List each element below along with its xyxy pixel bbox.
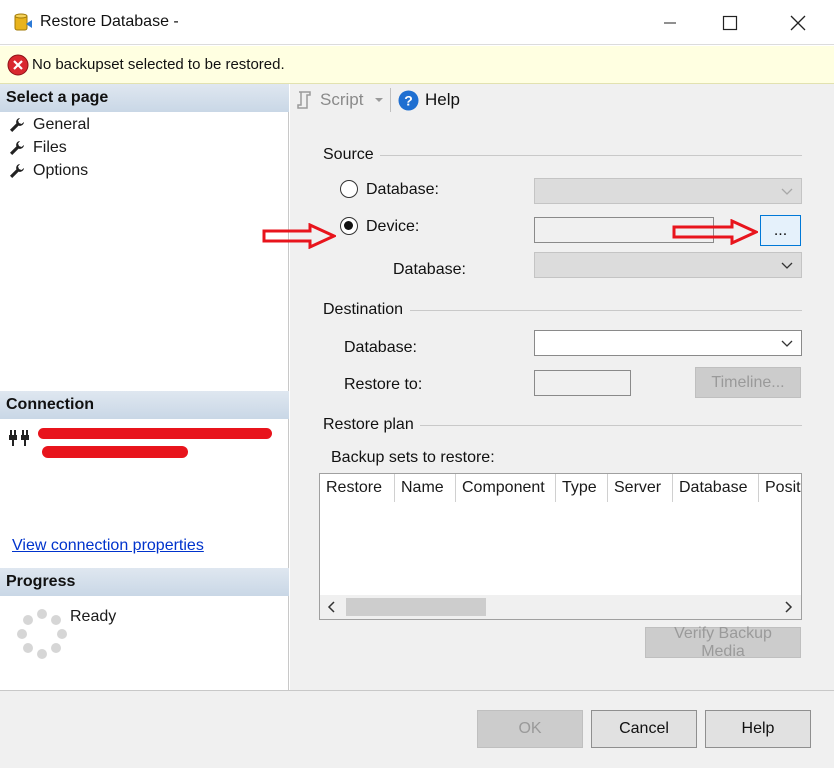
cancel-button[interactable]: Cancel — [591, 710, 697, 748]
script-label: Script — [320, 90, 364, 109]
database-radio-label: Database: — [366, 181, 439, 198]
chevron-down-icon — [781, 340, 793, 347]
source-group-title: Source — [323, 146, 374, 163]
wrench-icon — [10, 164, 24, 178]
column-header[interactable]: Posit — [759, 474, 801, 502]
scrollbar-thumb[interactable] — [346, 598, 486, 616]
redaction-mark — [42, 446, 188, 458]
progress-status: Ready — [70, 608, 117, 625]
window-title: Restore Database - — [40, 13, 179, 30]
page-item-label: General — [33, 116, 90, 133]
column-header[interactable]: Restore — [320, 474, 395, 502]
svg-text:?: ? — [404, 92, 413, 108]
group-divider — [420, 425, 802, 426]
destination-group-title: Destination — [323, 301, 404, 318]
group-divider — [410, 310, 802, 311]
title-bar[interactable]: Restore Database - — [0, 0, 834, 45]
table-header: Restore Name Component Type Server Datab… — [320, 474, 801, 502]
database-restore-icon — [12, 11, 34, 33]
error-icon — [7, 54, 29, 76]
restore-to-label: Restore to: — [344, 376, 423, 393]
error-message: No backupset selected to be restored. — [32, 56, 285, 73]
minimize-button[interactable] — [640, 0, 700, 45]
column-header[interactable]: Database — [673, 474, 759, 502]
page-item-label: Options — [33, 162, 89, 179]
wrench-icon — [10, 118, 24, 132]
column-header[interactable]: Server — [608, 474, 673, 502]
minimize-icon — [664, 22, 676, 23]
device-database-label: Database: — [393, 261, 466, 278]
script-icon — [297, 91, 311, 109]
chevron-left-icon[interactable] — [326, 601, 338, 613]
chevron-right-icon[interactable] — [782, 601, 794, 613]
database-radio[interactable] — [340, 180, 358, 198]
connection-header: Connection — [0, 391, 289, 419]
dropdown-arrow-icon — [375, 98, 384, 102]
column-header[interactable]: Name — [395, 474, 456, 502]
device-radio-label: Device: — [366, 218, 420, 235]
maximize-button[interactable] — [700, 0, 760, 45]
backup-sets-table[interactable]: Restore Name Component Type Server Datab… — [319, 473, 802, 620]
horizontal-scrollbar[interactable] — [320, 595, 801, 619]
help-button[interactable]: Help — [705, 710, 811, 748]
chevron-down-icon — [781, 188, 793, 195]
help-label: Help — [425, 90, 460, 109]
page-item-options[interactable]: Options — [8, 160, 88, 182]
ok-button[interactable]: OK — [477, 710, 583, 748]
error-banner: No backupset selected to be restored. — [0, 46, 834, 84]
column-header[interactable]: Type — [556, 474, 608, 502]
group-divider — [380, 155, 802, 156]
timeline-button[interactable]: Timeline... — [695, 367, 801, 398]
close-icon — [790, 15, 806, 30]
annotation-arrow-icon — [672, 219, 758, 245]
destination-database-label: Database: — [344, 339, 417, 356]
restore-to-field[interactable] — [534, 370, 631, 396]
backup-sets-label: Backup sets to restore: — [331, 449, 495, 466]
column-header[interactable]: Component — [456, 474, 556, 502]
page-item-general[interactable]: General — [8, 114, 90, 136]
page-item-label: Files — [33, 139, 67, 156]
progress-spinner-icon — [16, 608, 68, 660]
wrench-icon — [10, 141, 24, 155]
redaction-mark — [38, 428, 272, 439]
device-database-combo[interactable] — [534, 252, 802, 278]
plug-icon — [8, 426, 32, 448]
view-connection-properties-link[interactable]: View connection properties — [12, 537, 204, 555]
browse-device-button[interactable]: ... — [760, 215, 801, 246]
annotation-arrow-icon — [262, 223, 336, 249]
close-button[interactable] — [768, 0, 828, 45]
source-database-combo[interactable] — [534, 178, 802, 204]
restore-plan-group-title: Restore plan — [323, 416, 414, 433]
toolbar-separator — [390, 88, 391, 112]
select-page-header: Select a page — [0, 84, 289, 112]
progress-header: Progress — [0, 568, 289, 596]
script-button[interactable]: Script — [294, 88, 385, 112]
device-radio[interactable] — [340, 217, 358, 235]
chevron-down-icon — [781, 262, 793, 269]
help-icon: ? — [398, 90, 419, 110]
destination-database-combo[interactable] — [534, 330, 802, 356]
verify-backup-media-button[interactable]: Verify Backup Media — [645, 625, 801, 660]
page-item-files[interactable]: Files — [8, 137, 67, 159]
help-toolbar-button[interactable]: ? Help — [398, 88, 460, 112]
maximize-icon — [722, 15, 738, 30]
